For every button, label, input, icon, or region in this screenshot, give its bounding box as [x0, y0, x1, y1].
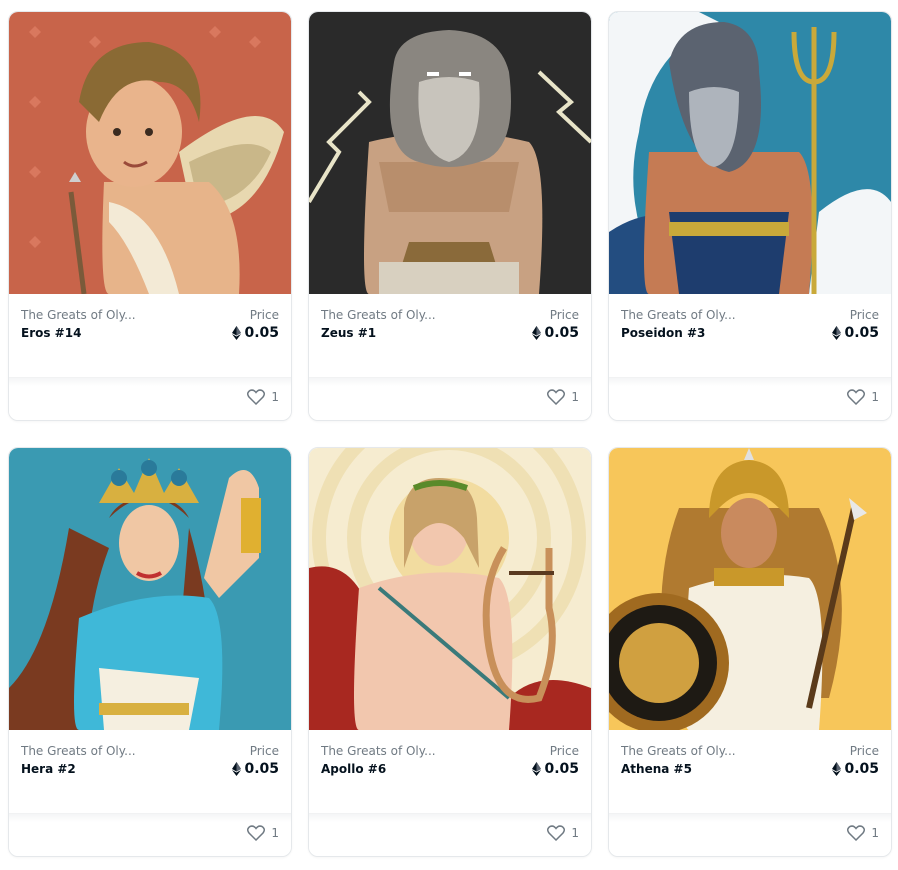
nft-name[interactable]: Poseidon #3: [621, 326, 705, 340]
heart-icon[interactable]: [547, 389, 566, 405]
nft-image-hera[interactable]: [9, 448, 291, 730]
price-value: 0.05: [232, 761, 279, 777]
price-amount: 0.05: [544, 325, 579, 341]
heart-icon[interactable]: [547, 825, 566, 841]
collection-name[interactable]: The Greats of Oly...: [621, 308, 771, 322]
collection-name[interactable]: The Greats of Oly...: [21, 744, 171, 758]
favorite-count: 1: [271, 390, 279, 404]
nft-name[interactable]: Apollo #6: [321, 762, 386, 776]
nft-image-eros[interactable]: [9, 12, 291, 294]
nft-name[interactable]: Eros #14: [21, 326, 81, 340]
price-value: 0.05: [532, 761, 579, 777]
heart-icon[interactable]: [247, 825, 266, 841]
favorite-button[interactable]: 1: [247, 825, 279, 841]
ethereum-icon: [832, 762, 842, 776]
favorite-count: 1: [871, 390, 879, 404]
card-footer: 1: [309, 813, 591, 856]
collection-name[interactable]: The Greats of Oly...: [621, 744, 771, 758]
card-footer: 1: [9, 377, 291, 420]
favorite-count: 1: [571, 826, 579, 840]
nft-name[interactable]: Hera #2: [21, 762, 76, 776]
card-footer: 1: [9, 813, 291, 856]
collection-name[interactable]: The Greats of Oly...: [321, 308, 471, 322]
nft-card-hera[interactable]: The Greats of Oly... Hera #2 Price 0.05 …: [8, 447, 292, 857]
price-label: Price: [549, 744, 579, 758]
favorite-button[interactable]: 1: [547, 389, 579, 405]
price-amount: 0.05: [844, 325, 879, 341]
price-value: 0.05: [832, 761, 879, 777]
nft-card-eros[interactable]: The Greats of Oly... Eros #14 Price 0.05…: [8, 11, 292, 421]
price-value: 0.05: [532, 325, 579, 341]
favorite-button[interactable]: 1: [847, 389, 879, 405]
price-label: Price: [249, 744, 279, 758]
nft-name[interactable]: Athena #5: [621, 762, 692, 776]
nft-image-poseidon[interactable]: [609, 12, 891, 294]
favorite-button[interactable]: 1: [547, 825, 579, 841]
price-label: Price: [849, 308, 879, 322]
favorite-count: 1: [871, 826, 879, 840]
price-label: Price: [249, 308, 279, 322]
heart-icon[interactable]: [847, 825, 866, 841]
favorite-count: 1: [271, 826, 279, 840]
ethereum-icon: [532, 762, 542, 776]
price-value: 0.05: [232, 325, 279, 341]
price-label: Price: [549, 308, 579, 322]
ethereum-icon: [232, 326, 242, 340]
favorite-button[interactable]: 1: [847, 825, 879, 841]
heart-icon[interactable]: [247, 389, 266, 405]
price-amount: 0.05: [544, 761, 579, 777]
nft-card-poseidon[interactable]: The Greats of Oly... Poseidon #3 Price 0…: [608, 11, 892, 421]
price-value: 0.05: [832, 325, 879, 341]
price-amount: 0.05: [244, 325, 279, 341]
nft-card-athena[interactable]: The Greats of Oly... Athena #5 Price 0.0…: [608, 447, 892, 857]
nft-name[interactable]: Zeus #1: [321, 326, 376, 340]
price-label: Price: [849, 744, 879, 758]
price-amount: 0.05: [244, 761, 279, 777]
nft-grid: The Greats of Oly... Eros #14 Price 0.05…: [8, 11, 892, 857]
nft-card-apollo[interactable]: The Greats of Oly... Apollo #6 Price 0.0…: [308, 447, 592, 857]
nft-image-zeus[interactable]: [309, 12, 591, 294]
card-footer: 1: [609, 813, 891, 856]
ethereum-icon: [232, 762, 242, 776]
card-footer: 1: [309, 377, 591, 420]
ethereum-icon: [832, 326, 842, 340]
ethereum-icon: [532, 326, 542, 340]
favorite-count: 1: [571, 390, 579, 404]
collection-name[interactable]: The Greats of Oly...: [21, 308, 171, 322]
nft-card-zeus[interactable]: The Greats of Oly... Zeus #1 Price 0.05 …: [308, 11, 592, 421]
favorite-button[interactable]: 1: [247, 389, 279, 405]
heart-icon[interactable]: [847, 389, 866, 405]
card-footer: 1: [609, 377, 891, 420]
collection-name[interactable]: The Greats of Oly...: [321, 744, 471, 758]
nft-image-athena[interactable]: [609, 448, 891, 730]
nft-image-apollo[interactable]: [309, 448, 591, 730]
price-amount: 0.05: [844, 761, 879, 777]
